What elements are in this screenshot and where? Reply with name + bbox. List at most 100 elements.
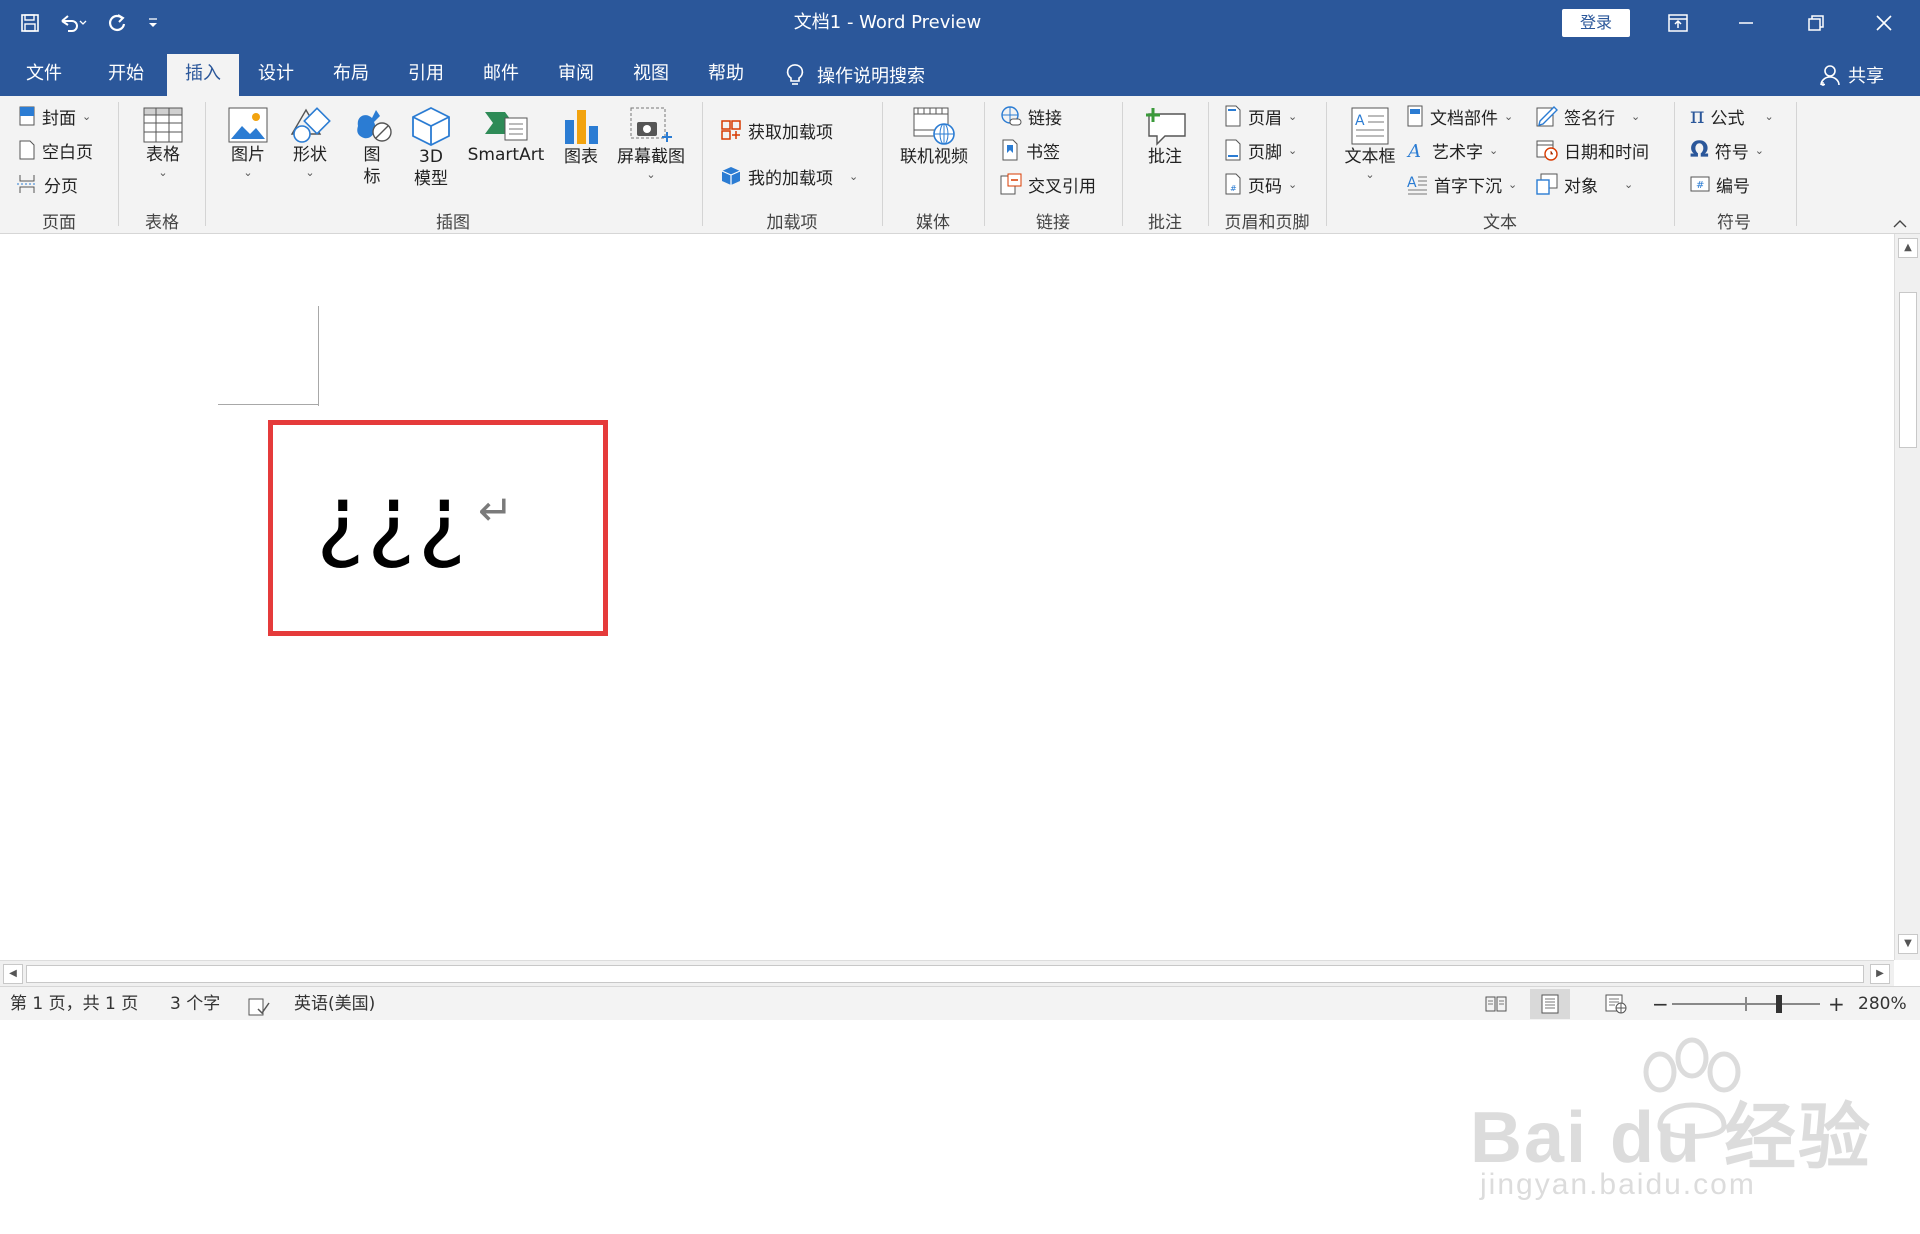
cross-reference-button[interactable]: 交叉引用 (1000, 170, 1096, 198)
text-box-icon: A (1351, 107, 1389, 145)
web-layout-icon[interactable] (1596, 989, 1636, 1019)
new-comment-button[interactable]: 批注 (1134, 106, 1196, 168)
table-button[interactable]: 表格 ⌄ (134, 106, 192, 179)
screenshot-button[interactable]: 屏幕截图 ⌄ (612, 106, 690, 181)
proofing-icon[interactable] (248, 995, 270, 1016)
language-indicator[interactable]: 英语(美国) (294, 987, 375, 1021)
group-separator (1326, 102, 1327, 226)
picture-icon (228, 107, 268, 143)
addin-cube-icon (721, 167, 741, 185)
signature-line-button[interactable]: 签名行 ⌄ (1536, 102, 1640, 130)
svg-text:#: # (1230, 184, 1237, 193)
bookmark-button[interactable]: 书签 (1000, 136, 1060, 164)
page-margin-corner-mark (318, 306, 319, 406)
document-text[interactable]: ¿¿¿ (316, 464, 469, 574)
wordart-button[interactable]: A 艺术字 ⌄ (1406, 136, 1498, 164)
header-button[interactable]: 页眉 ⌄ (1224, 102, 1297, 130)
cross-reference-icon (1000, 173, 1022, 195)
vertical-scroll-thumb[interactable] (1899, 292, 1917, 448)
ribbon-display-options-icon[interactable] (1648, 0, 1708, 46)
footer-button[interactable]: 页脚 ⌄ (1224, 136, 1297, 164)
group-separator (1208, 102, 1209, 226)
tab-file[interactable]: 文件 (12, 54, 76, 96)
zoom-level[interactable]: 280% (1858, 987, 1907, 1021)
status-bar: 第 1 页，共 1 页 3 个字 英语(美国) − + 280% (0, 986, 1920, 1020)
get-addins-button[interactable]: 获取加载项 (720, 116, 833, 144)
tab-layout[interactable]: 布局 (319, 54, 383, 96)
page-break-button[interactable]: 分页 (16, 170, 78, 198)
number-button[interactable]: # 编号 (1690, 170, 1750, 198)
vertical-scrollbar[interactable]: ▲ ▼ (1894, 234, 1920, 960)
blank-page-icon (19, 140, 35, 160)
comment-icon (1146, 108, 1186, 146)
number-icon: # (1690, 176, 1710, 192)
symbol-button[interactable]: Ω 符号 ⌄ (1690, 136, 1764, 164)
page-break-icon (17, 175, 37, 193)
cover-page-button[interactable]: 封面 ⌄ (18, 102, 91, 130)
scroll-left-icon[interactable]: ◀ (3, 964, 23, 984)
smartart-button[interactable]: SmartArt (466, 106, 546, 166)
tab-mailings[interactable]: 邮件 (469, 54, 533, 96)
tab-help[interactable]: 帮助 (694, 54, 758, 96)
signature-icon (1536, 106, 1558, 127)
quick-parts-button[interactable]: 文档部件 ⌄ (1406, 102, 1513, 130)
page-number-button[interactable]: # 页码 ⌄ (1224, 170, 1297, 198)
horizontal-scroll-thumb[interactable] (26, 965, 1864, 983)
online-video-button[interactable]: 联机视频 (894, 106, 974, 168)
tell-me-search[interactable]: 操作说明搜索 (785, 54, 925, 96)
blank-page-button[interactable]: 空白页 (18, 136, 93, 164)
my-addins-button[interactable]: 我的加载项 ⌄ (720, 162, 858, 190)
tab-home[interactable]: 开始 (94, 54, 158, 96)
shapes-button[interactable]: 形状 ⌄ (282, 106, 338, 179)
svg-text:A: A (1407, 175, 1417, 191)
word-count[interactable]: 3 个字 (170, 987, 220, 1021)
share-button[interactable]: 共享 (1820, 54, 1884, 96)
collapse-ribbon-icon[interactable] (1892, 214, 1908, 233)
icons-icon (357, 110, 392, 142)
watermark: Bai du 经验 jingyan.baidu.com (1470, 1034, 1890, 1234)
online-video-icon (913, 107, 955, 145)
page-count[interactable]: 第 1 页，共 1 页 (10, 987, 138, 1021)
tell-me-label: 操作说明搜索 (817, 66, 925, 87)
icons-button[interactable]: 图 标 (348, 106, 396, 188)
zoom-out-button[interactable]: − (1652, 987, 1669, 1021)
drop-cap-button[interactable]: A 首字下沉 ⌄ (1406, 170, 1517, 198)
group-label-tables: 表格 (145, 213, 179, 233)
group-label-header-footer: 页眉和页脚 (1224, 213, 1310, 233)
group-label-media: 媒体 (916, 213, 950, 233)
object-button[interactable]: 对象 ⌄ (1536, 170, 1633, 198)
picture-button[interactable]: 图片 ⌄ (222, 106, 274, 179)
scroll-right-icon[interactable]: ▶ (1870, 964, 1890, 984)
zoom-in-button[interactable]: + (1828, 987, 1845, 1021)
group-separator (984, 102, 985, 226)
scroll-down-icon[interactable]: ▼ (1898, 934, 1918, 954)
tab-design[interactable]: 设计 (244, 54, 308, 96)
equation-button[interactable]: π 公式 ⌄ (1690, 102, 1774, 130)
login-button[interactable]: 登录 (1562, 9, 1630, 37)
print-layout-icon[interactable] (1530, 989, 1570, 1019)
text-box-button[interactable]: A 文本框 ⌄ (1338, 106, 1402, 181)
chart-button[interactable]: 图表 (556, 106, 606, 168)
svg-text:A: A (1355, 113, 1365, 129)
zoom-slider-thumb[interactable] (1776, 995, 1782, 1013)
horizontal-scrollbar[interactable]: ◀ ▶ (0, 960, 1894, 986)
drop-cap-icon: A (1407, 175, 1427, 195)
minimize-icon[interactable] (1716, 0, 1776, 46)
tab-review[interactable]: 审阅 (544, 54, 608, 96)
document-canvas[interactable]: ¿¿¿ ↵ Bai du 经验 jingyan.baidu.com (0, 234, 1894, 1201)
restore-icon[interactable] (1786, 0, 1846, 46)
group-label-pages: 页面 (42, 213, 76, 233)
3d-models-button[interactable]: 3D 模型 (406, 106, 456, 190)
tab-insert[interactable]: 插入 (167, 54, 239, 96)
link-button[interactable]: 链接 (1000, 102, 1062, 130)
close-icon[interactable] (1854, 0, 1914, 46)
scroll-up-icon[interactable]: ▲ (1898, 238, 1918, 258)
group-label-addins: 加载项 (766, 213, 818, 233)
header-icon (1225, 105, 1241, 127)
read-mode-icon[interactable] (1476, 989, 1516, 1019)
group-separator (1796, 102, 1797, 226)
tab-view[interactable]: 视图 (619, 54, 683, 96)
date-time-button[interactable]: 日期和时间 (1536, 136, 1649, 164)
ribbon-tab-bar: 文件 开始 插入 设计 布局 引用 邮件 审阅 视图 帮助 操作说明搜索 共享 (0, 46, 1920, 96)
tab-references[interactable]: 引用 (394, 54, 458, 96)
